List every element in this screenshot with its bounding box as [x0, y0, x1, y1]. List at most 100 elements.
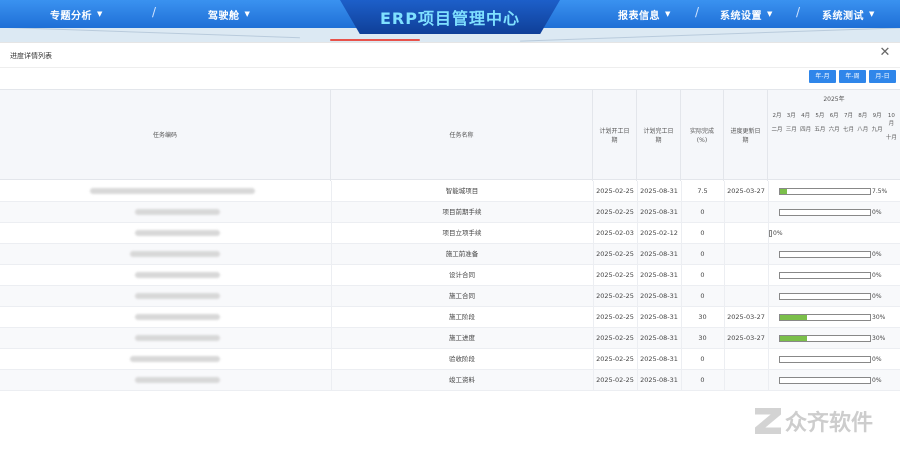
view-year-month-button[interactable]: 年-月 — [809, 70, 836, 83]
nav-label: 专题分析 — [50, 10, 92, 22]
task-code-redacted — [135, 377, 220, 383]
divider — [0, 67, 900, 68]
gantt-progress-label: 0% — [872, 272, 882, 279]
map-route-line — [330, 39, 420, 41]
month-column: 8月 八月 — [857, 112, 869, 134]
actual-complete: 30 — [698, 334, 707, 342]
table-row[interactable]: 智能城项目 2025-02-25 2025-08-31 7.5 2025-03-27 7.… — [0, 181, 900, 202]
dialog-title: 进度详情列表 — [10, 52, 52, 60]
view-month-day-button[interactable]: 月-日 — [869, 70, 896, 83]
progress-update-date: 2025-03-27 — [727, 187, 765, 195]
nav-separator: / — [695, 5, 700, 19]
header-progress-update: 进度更新日期 — [724, 90, 768, 181]
month-sublabel: 四月 — [800, 127, 812, 133]
actual-complete: 0 — [700, 292, 705, 300]
progress-update-date — [724, 265, 768, 286]
view-year-week-button[interactable]: 年-周 — [839, 70, 866, 83]
column-divider — [768, 349, 769, 370]
plan-start-date: 2025-02-25 — [596, 376, 634, 384]
month-sublabel: 八月 — [857, 127, 869, 133]
gantt-progress-label: 0% — [872, 377, 882, 384]
gantt-progress-label: 30% — [872, 335, 886, 342]
task-code-redacted — [130, 356, 220, 362]
month-label: 10月 — [887, 113, 895, 127]
logo-icon — [755, 408, 781, 434]
task-code-redacted — [135, 230, 220, 236]
table-row[interactable]: 项目立项手续 2025-02-03 2025-02-12 0 0% — [0, 223, 900, 244]
header-plan-start: 计划开工日期 — [593, 90, 637, 181]
plan-start-date: 2025-02-03 — [596, 229, 634, 237]
task-code-redacted — [135, 272, 220, 278]
task-code-redacted — [135, 293, 220, 299]
caret-down-icon: ▼ — [665, 10, 671, 18]
month-column: 5月 五月 — [814, 112, 826, 134]
plan-end-date: 2025-08-31 — [640, 292, 678, 300]
nav-separator: / — [796, 5, 801, 19]
plan-end-date: 2025-08-31 — [640, 271, 678, 279]
column-divider — [768, 307, 769, 328]
month-label: 4月 — [801, 113, 811, 119]
task-code-redacted — [135, 209, 220, 215]
month-sublabel: 九月 — [871, 127, 883, 133]
gantt-progress-label: 0% — [872, 356, 882, 363]
plan-start-date: 2025-02-25 — [596, 355, 634, 363]
plan-end-date: 2025-08-31 — [640, 355, 678, 363]
gantt-progress-label: 0% — [872, 251, 882, 258]
nav-item-reports[interactable]: 报表信息 ▼ — [618, 0, 671, 28]
gantt-progress-bar — [769, 230, 772, 237]
month-sublabel: 六月 — [828, 127, 840, 133]
close-icon[interactable]: ✕ — [878, 46, 892, 60]
table-row[interactable]: 项目前期手续 2025-02-25 2025-08-31 0 0% — [0, 202, 900, 223]
nav-label: 驾驶舱 — [208, 10, 240, 22]
plan-end-date: 2025-08-31 — [640, 187, 678, 195]
progress-update-date — [724, 349, 768, 370]
task-name: 项目前期手续 — [442, 208, 482, 216]
table-row[interactable]: 验收阶段 2025-02-25 2025-08-31 0 0% — [0, 349, 900, 370]
nav-separator: / — [152, 5, 157, 19]
nav-label: 系统测试 — [822, 10, 864, 22]
header-task-name: 任务名称 — [331, 90, 593, 181]
task-name: 验收阶段 — [449, 355, 475, 363]
month-label: 9月 — [872, 113, 882, 119]
progress-update-date — [724, 286, 768, 307]
task-name: 施工合同 — [449, 292, 475, 300]
gantt-progress-fill — [780, 189, 787, 194]
table-row[interactable]: 施工前准备 2025-02-25 2025-08-31 0 0% — [0, 244, 900, 265]
table-row[interactable]: 施工合同 2025-02-25 2025-08-31 0 0% — [0, 286, 900, 307]
actual-complete: 0 — [700, 229, 705, 237]
table-row[interactable]: 竣工资料 2025-02-25 2025-08-31 0 0% — [0, 370, 900, 391]
column-divider — [768, 181, 769, 202]
nav-label: 系统设置 — [720, 10, 762, 22]
table-row[interactable]: 设计合同 2025-02-25 2025-08-31 0 0% — [0, 265, 900, 286]
map-road — [520, 28, 900, 42]
plan-end-date: 2025-02-12 — [640, 229, 678, 237]
actual-complete: 30 — [698, 313, 707, 321]
nav-item-topic-analysis[interactable]: 专题分析 ▼ — [50, 0, 103, 28]
app-title-plate: ERP项目管理中心 — [340, 0, 560, 34]
progress-update-date — [724, 202, 768, 223]
month-sublabel: 十月 — [885, 135, 897, 141]
plan-end-date: 2025-08-31 — [640, 313, 678, 321]
gantt-progress-fill — [780, 336, 807, 341]
month-column: 9月九月 — [871, 112, 883, 134]
month-column: 7月 七月 — [843, 112, 855, 134]
column-divider — [768, 370, 769, 391]
table-row[interactable]: 施工进度 2025-02-25 2025-08-31 30 2025-03-27 30% — [0, 328, 900, 349]
plan-start-date: 2025-02-25 — [596, 292, 634, 300]
task-name: 设计合同 — [449, 271, 475, 279]
progress-update-date — [724, 244, 768, 265]
header-task-code: 任务编码 — [0, 90, 331, 181]
nav-item-system-settings[interactable]: 系统设置 ▼ — [720, 0, 773, 28]
gantt-progress-label: 0% — [773, 230, 783, 237]
column-divider — [768, 202, 769, 223]
month-label: 7月 — [844, 113, 853, 119]
month-label: 6月 — [829, 113, 839, 119]
gantt-progress-bar — [779, 188, 871, 195]
plan-end-date: 2025-08-31 — [640, 208, 678, 216]
task-name: 竣工资料 — [449, 376, 475, 384]
gantt-progress-bar — [779, 293, 871, 300]
nav-item-cockpit[interactable]: 驾驶舱 ▼ — [208, 0, 250, 28]
nav-item-system-test[interactable]: 系统测试 ▼ — [822, 0, 875, 28]
table-row[interactable]: 施工阶段 2025-02-25 2025-08-31 30 2025-03-27 30% — [0, 307, 900, 328]
gantt-progress-bar — [779, 209, 871, 216]
